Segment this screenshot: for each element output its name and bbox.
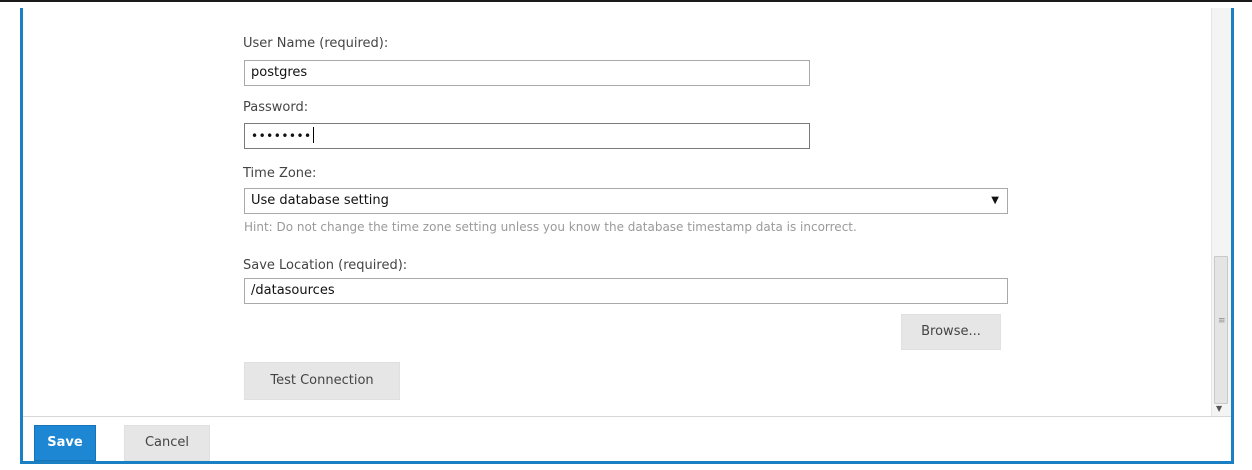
username-value: postgres	[251, 65, 308, 80]
password-masked-value: ••••••••	[251, 129, 312, 143]
save-location-value: /datasources	[251, 283, 335, 298]
dialog-footer: Save Cancel	[23, 416, 1231, 461]
vertical-scrollbar[interactable]: ≡ ▼	[1211, 8, 1231, 416]
cancel-button[interactable]: Cancel	[124, 425, 210, 461]
timezone-hint: Hint: Do not change the time zone settin…	[244, 220, 857, 234]
grip-icon: ≡	[1218, 316, 1226, 326]
password-input[interactable]: ••••••••	[244, 123, 810, 149]
timezone-selected-value: Use database setting	[251, 193, 389, 208]
arrow-down-icon[interactable]: ▼	[1216, 404, 1222, 413]
browse-button[interactable]: Browse...	[901, 314, 1001, 350]
timezone-label: Time Zone:	[243, 166, 317, 181]
password-label: Password:	[243, 100, 309, 115]
chevron-down-icon: ▼	[991, 195, 999, 206]
username-input[interactable]: postgres	[244, 60, 810, 86]
save-location-input[interactable]: /datasources	[244, 278, 1008, 304]
username-label: User Name (required):	[243, 36, 389, 51]
datasource-dialog: User Name (required): postgres Password:…	[20, 8, 1234, 464]
save-location-label: Save Location (required):	[243, 258, 408, 273]
text-caret	[312, 127, 314, 143]
timezone-select[interactable]: Use database setting ▼	[244, 188, 1008, 214]
scrollbar-thumb[interactable]: ≡	[1214, 256, 1228, 404]
save-button[interactable]: Save	[34, 425, 96, 461]
form-scroll-region: User Name (required): postgres Password:…	[23, 8, 1211, 416]
test-connection-button[interactable]: Test Connection	[244, 362, 400, 400]
window-top-border	[0, 0, 1252, 8]
